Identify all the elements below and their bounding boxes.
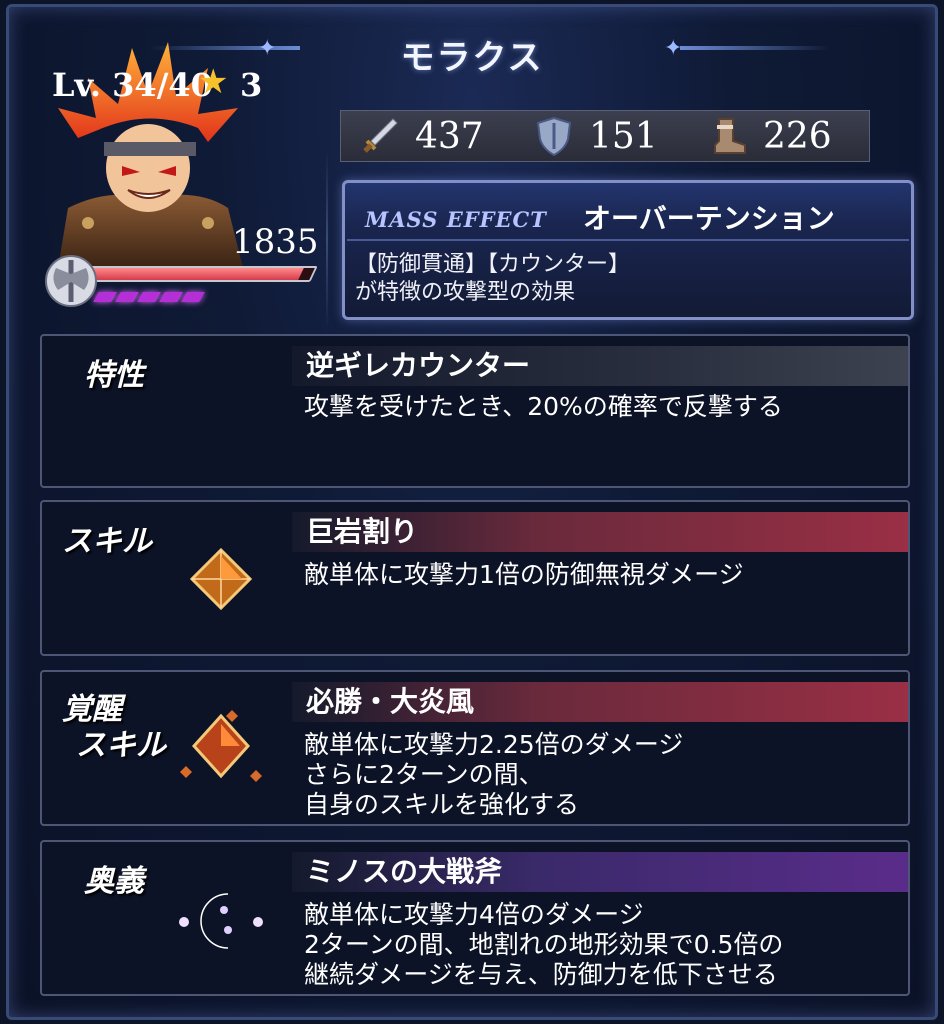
mass-effect-label: MASS EFFECT: [365, 207, 547, 232]
mass-effect-divider: [347, 239, 909, 241]
trait-card[interactable]: 特性 逆ギレカウンター 攻撃を受けたとき、20%の確率で反撃する: [40, 334, 910, 488]
hp-bar: [82, 266, 318, 282]
sword-icon: [363, 118, 398, 153]
mass-effect-desc-line2: が特徴の攻撃型の効果: [355, 280, 576, 305]
trait-title-bar: 逆ギレカウンター: [292, 346, 908, 386]
ultimate-desc-line2: 2ターンの間、地割れの地形効果で0.5倍の: [304, 930, 784, 959]
ultimate-desc-line3: 継続ダメージを与え、防御力を低下させる: [304, 960, 778, 989]
energy-gauge: [93, 292, 205, 302]
awakened-skill-desc-line1: 敵単体に攻撃力2.25倍のダメージ: [304, 730, 684, 759]
hp-value: 1835: [232, 222, 319, 262]
awakened-skill-label-line1: 覚醒: [62, 692, 122, 727]
stat-defense: 151: [533, 115, 689, 157]
axe-weapon-icon: [45, 255, 97, 307]
trait-label: 特性: [84, 358, 144, 393]
trait-title: 逆ギレカウンター: [306, 349, 531, 382]
awakened-skill-desc-line2: さらに2ターンの間、: [304, 760, 544, 789]
awakened-skill-title-bar: 必勝・大炎風: [292, 682, 908, 722]
stat-attack: 437: [359, 115, 515, 157]
skill-label: スキル: [62, 524, 152, 559]
ultimate-description: 敵単体に攻撃力4倍のダメージ 2ターンの間、地割れの地形効果で0.5倍の 継続ダ…: [304, 900, 783, 990]
skill-title-bar: 巨岩割り: [292, 512, 908, 552]
rarity-star-count: 3: [240, 66, 263, 104]
divider-line: [326, 150, 328, 330]
unit-level: Lv. 34/40: [52, 66, 213, 104]
trait-description: 攻撃を受けたとき、20%の確率で反撃する: [304, 392, 783, 421]
awakened-skill-card[interactable]: 覚醒 スキル 必勝・大炎風 敵単体に攻撃力2.25倍のダメージ さらに2ターンの…: [40, 670, 910, 826]
ultimate-card[interactable]: 奥義 ミノスの大戦斧 敵単体に攻撃力4倍のダメージ 2ターンの間、地割れの地形効…: [40, 840, 910, 996]
ultimate-title-bar: ミノスの大戦斧: [292, 852, 908, 892]
skill-title: 巨岩割り: [306, 515, 419, 548]
mass-effect-desc-line1: 【防御貫通】【カウンター】: [355, 252, 631, 277]
ultimate-desc-line1: 敵単体に攻撃力4倍のダメージ: [304, 900, 644, 929]
awakened-skill-desc-line3: 自身のスキルを強化する: [304, 790, 580, 819]
stat-panel: 437 151 226: [340, 110, 870, 162]
skill-description: 敵単体に攻撃力1倍の防御無視ダメージ: [304, 560, 744, 589]
mass-effect-panel[interactable]: MASS EFFECT オーバーテンション 【防御貫通】【カウンター】 が特徴の…: [342, 180, 914, 320]
boot-icon: [714, 118, 746, 154]
speed-value: 226: [763, 115, 832, 157]
shield-icon: [536, 116, 572, 157]
skill-card[interactable]: スキル 巨岩割り 敵単体に攻撃力1倍の防御無視ダメージ: [40, 500, 910, 656]
ultimate-title: ミノスの大戦斧: [306, 855, 503, 888]
awakened-skill-description: 敵単体に攻撃力2.25倍のダメージ さらに2ターンの間、 自身のスキルを強化する: [304, 730, 683, 820]
mass-effect-name: オーバーテンション: [583, 202, 835, 235]
awakened-skill-label: 覚醒 スキル: [62, 692, 166, 764]
stat-speed: 226: [707, 115, 863, 157]
awakened-skill-gem-icon: [180, 710, 262, 782]
attack-value: 437: [415, 115, 484, 157]
rarity-star-icon: ★: [198, 62, 229, 102]
awakened-skill-label-line2: スキル: [76, 728, 166, 763]
ultimate-label: 奥義: [84, 864, 144, 899]
ultimate-moon-icon: [179, 893, 263, 949]
skill-gem-icon: [189, 547, 253, 611]
defense-value: 151: [589, 115, 658, 157]
awakened-skill-title: 必勝・大炎風: [306, 685, 475, 718]
hp-bar-fill: [85, 268, 304, 280]
mass-effect-description: 【防御貫通】【カウンター】 が特徴の攻撃型の効果: [355, 251, 630, 307]
